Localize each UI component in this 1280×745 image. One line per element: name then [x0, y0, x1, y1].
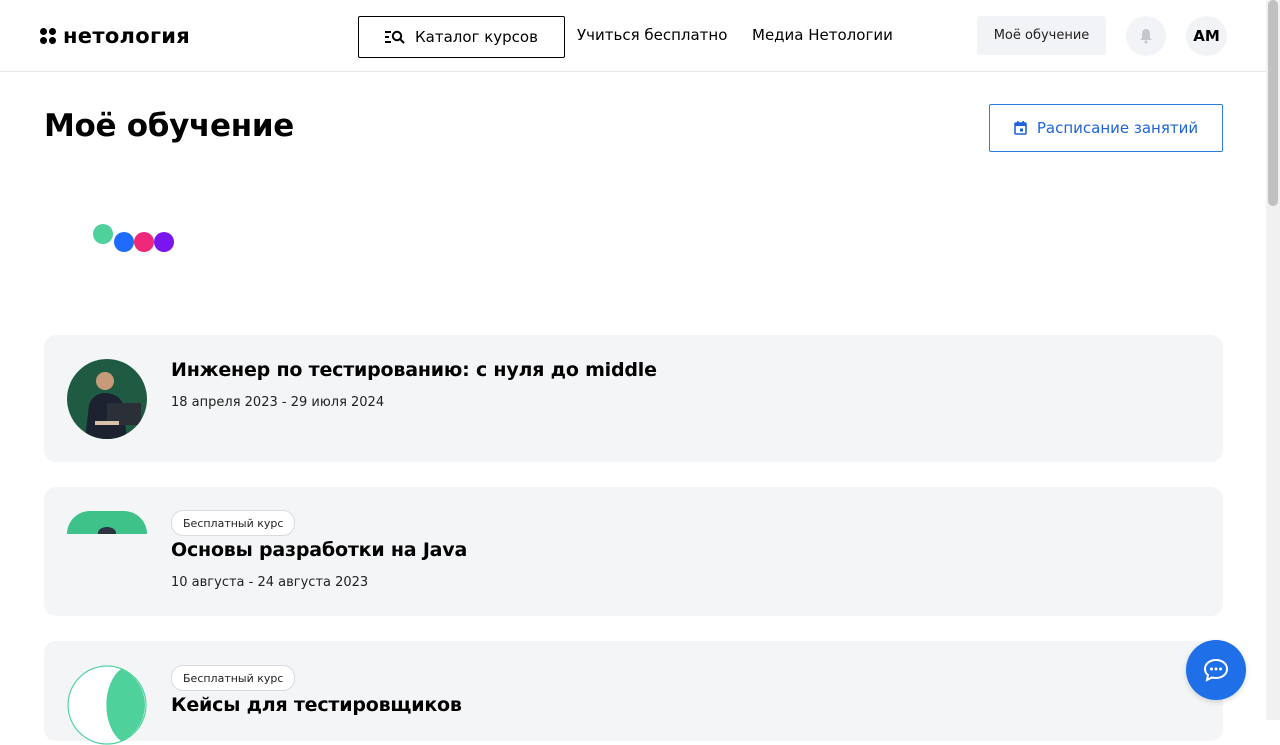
top-header: нетология Каталог курсов Учиться бесплат…	[0, 0, 1266, 72]
loading-dots	[92, 223, 182, 255]
notifications-button[interactable]	[1126, 16, 1166, 56]
logo-text: нетология	[63, 24, 191, 48]
course-dates: 18 апреля 2023 - 29 июля 2024	[171, 395, 385, 410]
free-course-badge: Бесплатный курс	[171, 510, 296, 536]
course-card[interactable]: Инженер по тестированию: с нуля до middl…	[44, 335, 1223, 462]
nav-learn-free[interactable]: Учиться бесплатно	[577, 26, 727, 44]
dot-green	[93, 224, 113, 244]
course-image	[67, 359, 147, 439]
catalog-button[interactable]: Каталог курсов	[358, 16, 565, 58]
logo[interactable]: нетология	[40, 24, 190, 48]
course-image	[67, 511, 147, 534]
scrollbar-thumb[interactable]	[1268, 0, 1278, 206]
nav-media[interactable]: Медиа Нетологии	[752, 26, 893, 44]
schedule-label: Расписание занятий	[1036, 119, 1199, 137]
course-card[interactable]: Бесплатный курс Основы разработки на Jav…	[44, 487, 1223, 616]
dot-blue	[114, 232, 134, 252]
course-image	[67, 665, 147, 745]
schedule-button[interactable]: Расписание занятий	[989, 104, 1223, 152]
bell-icon	[1140, 29, 1152, 44]
free-course-badge: Бесплатный курс	[171, 665, 296, 691]
chat-button[interactable]	[1186, 640, 1246, 700]
list-search-icon	[385, 30, 405, 44]
calendar-icon	[1014, 121, 1027, 135]
course-dates: 10 августа - 24 августа 2023	[171, 575, 369, 590]
catalog-label: Каталог курсов	[415, 28, 538, 46]
course-title[interactable]: Инженер по тестированию: с нуля до middl…	[171, 359, 657, 381]
course-card[interactable]: Бесплатный курс Кейсы для тестировщиков	[44, 641, 1223, 745]
dot-purple	[154, 232, 174, 252]
logo-icon	[40, 28, 56, 44]
page-title: Моё обучение	[44, 108, 294, 144]
chat-bubble-icon	[1203, 658, 1229, 682]
avatar[interactable]: АМ	[1186, 16, 1227, 56]
course-title[interactable]: Основы разработки на Java	[171, 539, 467, 561]
dot-pink	[134, 232, 154, 252]
course-title[interactable]: Кейсы для тестировщиков	[171, 694, 462, 716]
my-learning-button[interactable]: Моё обучение	[977, 16, 1106, 55]
